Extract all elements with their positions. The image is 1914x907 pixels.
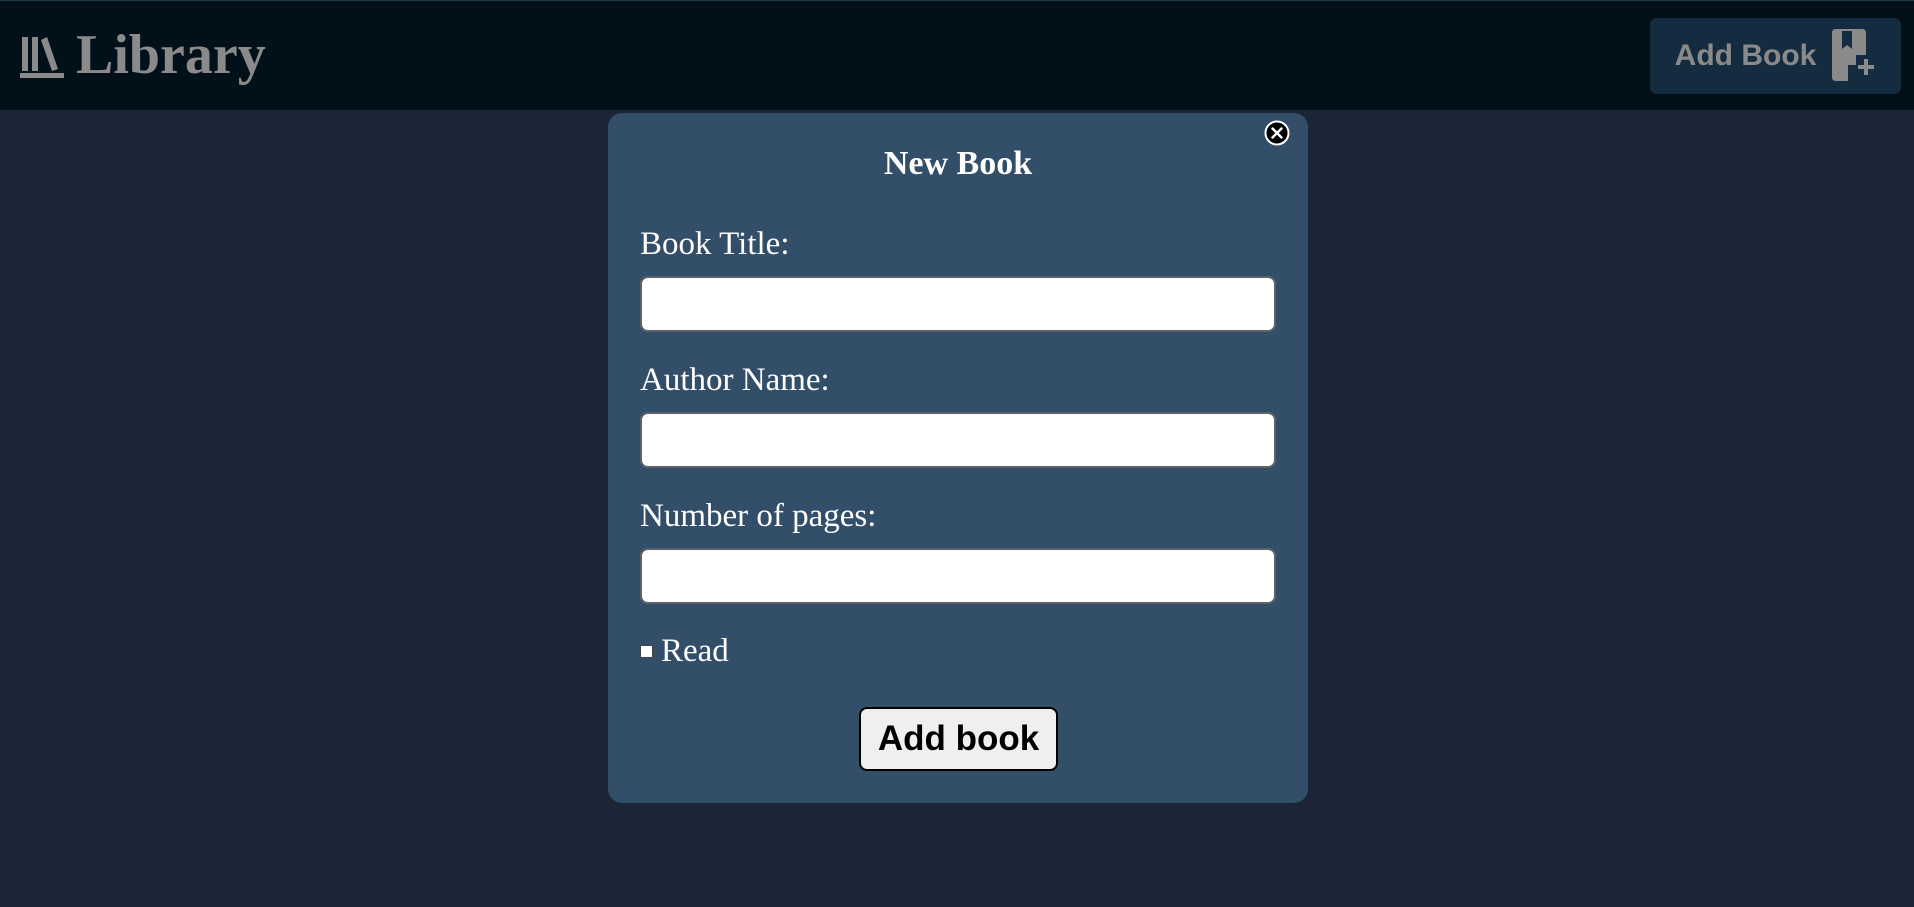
app-title: Library [76,24,266,86]
dialog-title: New Book [883,145,1033,182]
author-name-label: Author Name: [640,362,830,398]
book-title-input[interactable] [640,276,1276,332]
read-checkbox-label[interactable]: Read [661,633,729,670]
add-book-button[interactable]: Add Book [1650,18,1901,94]
top-bar: Library Add Book [0,0,1914,110]
page-count-label: Number of pages: [640,498,877,534]
add-book-button-label: Add Book [1674,39,1817,72]
read-option: Read [640,633,729,670]
author-name-input[interactable] [640,412,1276,468]
bookmark-plus-icon [1832,29,1875,81]
read-checkbox[interactable] [640,645,653,658]
new-book-dialog: New Book Book Title: Author Name: Number… [608,113,1308,803]
brand: Library [20,23,266,87]
book-title-label: Book Title: [640,226,790,262]
submit-book-button[interactable]: Add book [859,707,1058,771]
close-icon[interactable] [1264,120,1290,146]
page-count-input[interactable] [640,548,1276,604]
books-icon [20,37,64,78]
